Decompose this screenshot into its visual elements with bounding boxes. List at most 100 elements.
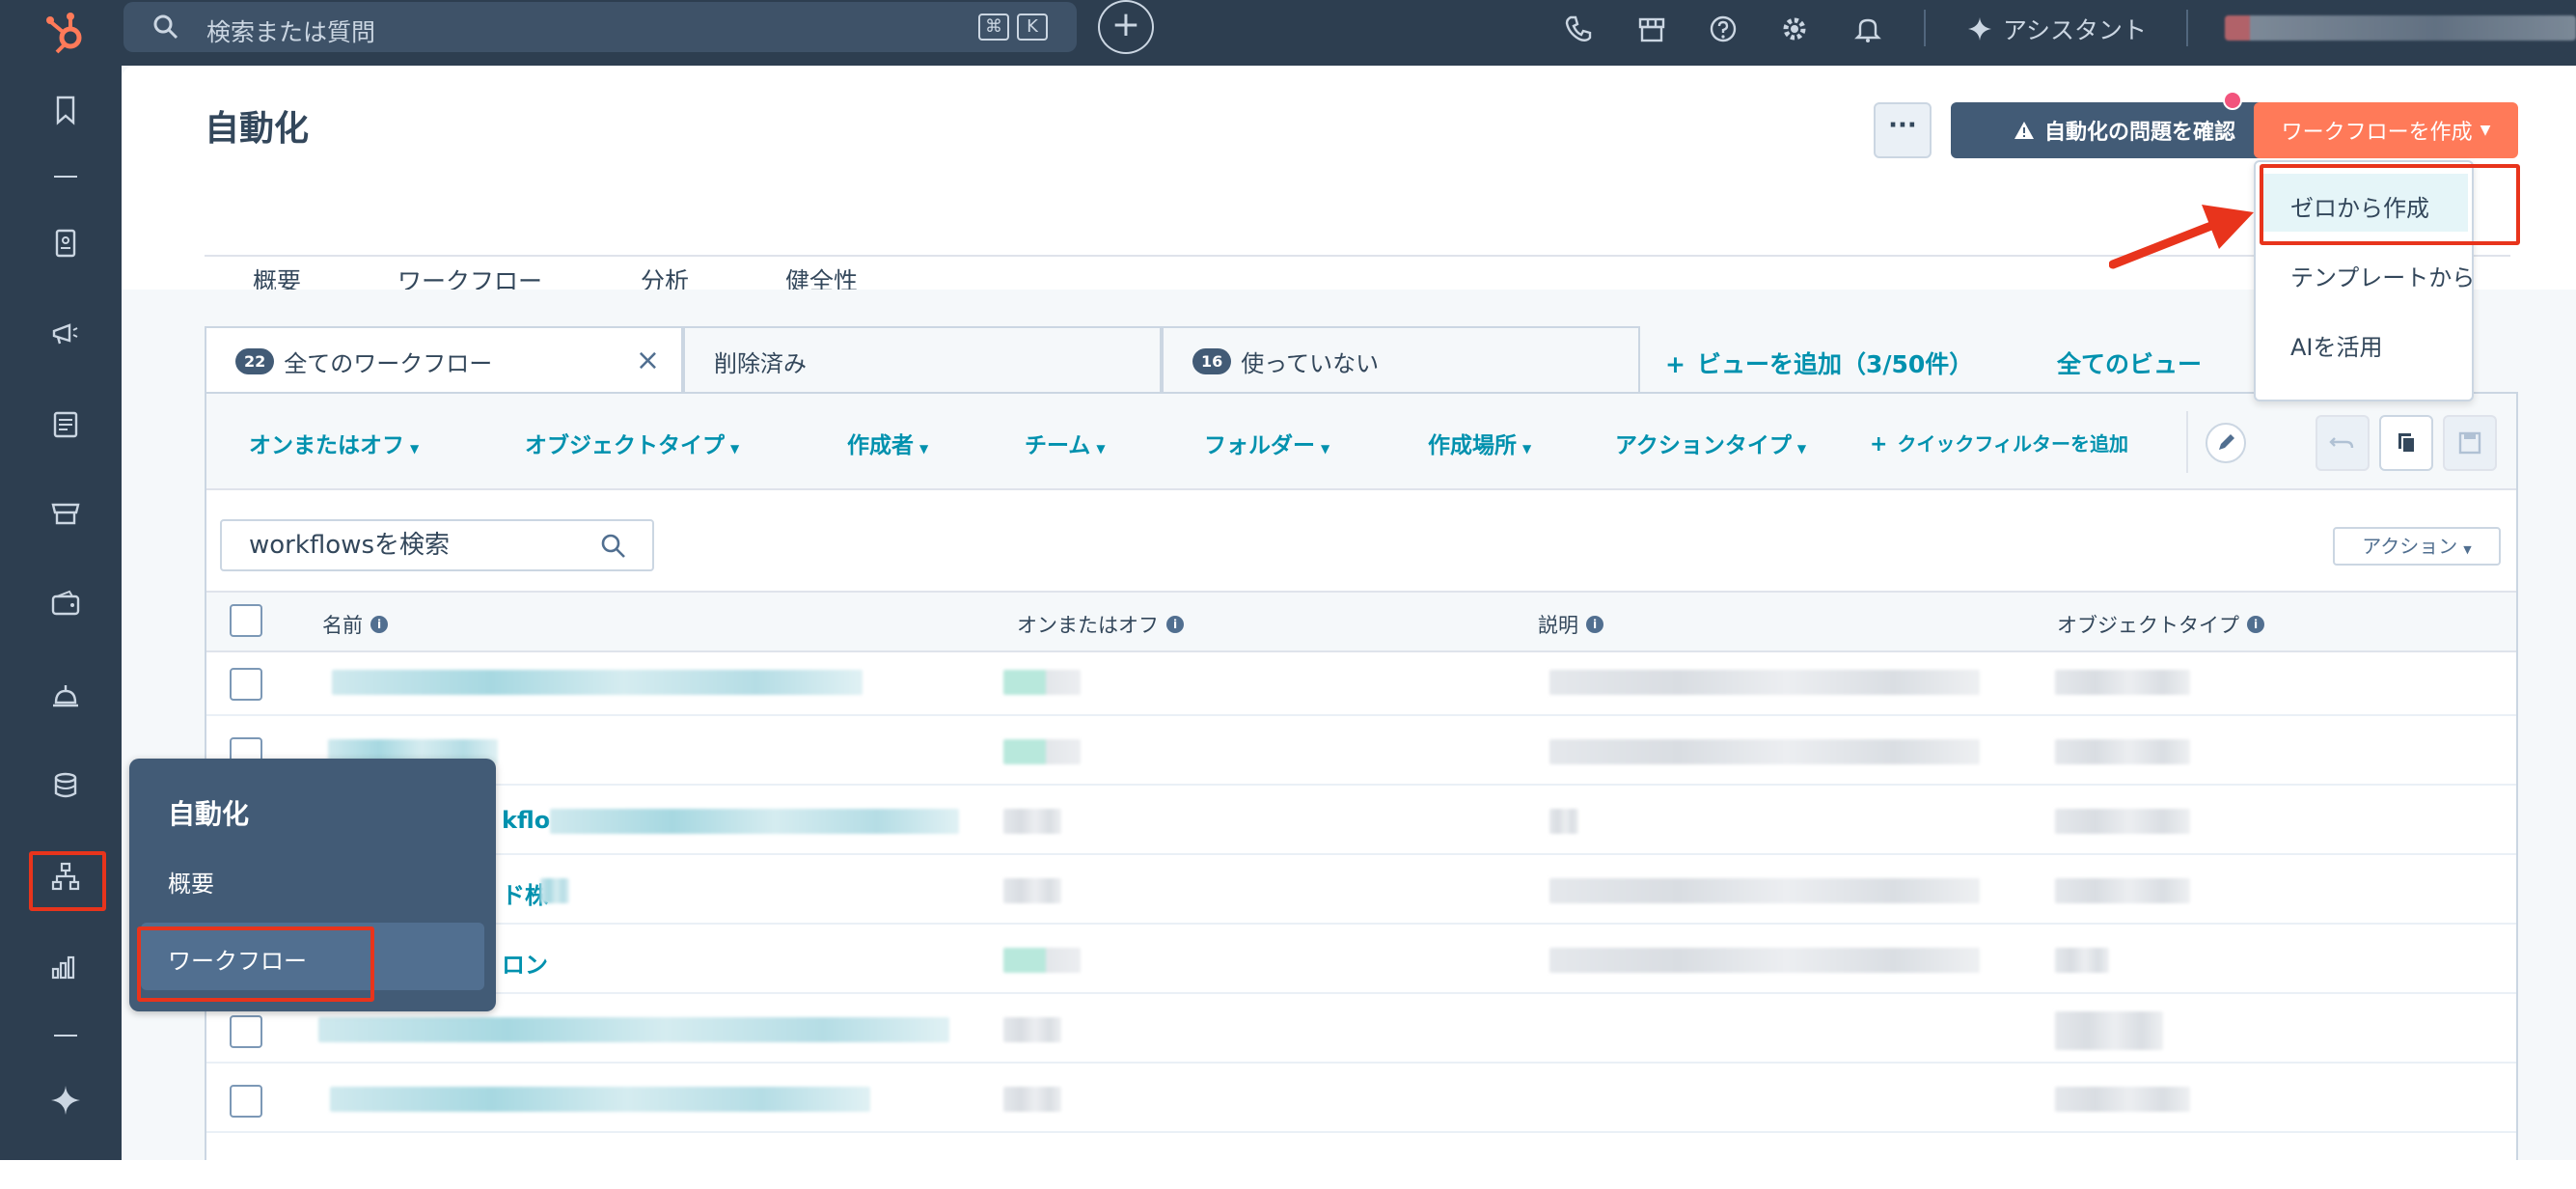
- workflow-search-input[interactable]: workflowsを検索: [220, 519, 654, 571]
- undo-button[interactable]: [2316, 415, 2370, 471]
- add-quick-filter-label: クイックフィルターを追加: [1897, 432, 2129, 456]
- workflow-name-redacted[interactable]: [330, 1087, 870, 1112]
- filter-object-type[interactable]: オブジェクトタイプ ▼: [525, 427, 739, 459]
- info-icon[interactable]: i: [1166, 616, 1184, 633]
- column-header-description[interactable]: 説明 i: [1538, 610, 1603, 639]
- status-redacted: [1003, 809, 1061, 834]
- bookmark-icon[interactable]: [48, 93, 83, 127]
- row-divider: [206, 853, 2516, 855]
- quick-create-button[interactable]: +: [1098, 0, 1154, 54]
- settings-icon[interactable]: [1779, 14, 1810, 44]
- filter-creator[interactable]: 作成者 ▼: [847, 427, 928, 459]
- row-checkbox[interactable]: [230, 1085, 262, 1118]
- filter-action-type[interactable]: アクションタイプ ▼: [1615, 427, 1806, 459]
- info-icon[interactable]: i: [2247, 616, 2264, 633]
- row-checkbox[interactable]: [230, 668, 262, 701]
- caret-down-icon: ▼: [919, 442, 929, 456]
- notifications-icon[interactable]: [1852, 14, 1883, 44]
- more-options-button[interactable]: ···: [1874, 102, 1932, 158]
- object-type-redacted: [2055, 809, 2190, 834]
- filter-on-off-label: オンまたはオフ: [249, 433, 404, 458]
- workflow-search-placeholder: workflowsを検索: [249, 531, 451, 560]
- create-with-ai-option[interactable]: AIを活用: [2290, 328, 2383, 362]
- all-workflows-count: 22: [235, 347, 275, 374]
- column-header-object-type[interactable]: オブジェクトタイプ i: [2057, 610, 2264, 639]
- create-workflow-button[interactable]: ワークフローを作成 ▼: [2254, 102, 2518, 158]
- status-redacted: [1003, 948, 1081, 973]
- marketplace-icon[interactable]: [1636, 14, 1667, 44]
- filter-created-in[interactable]: 作成場所 ▼: [1428, 427, 1531, 459]
- review-automation-issues-button[interactable]: 自動化の問題を確認: [1951, 102, 2298, 158]
- undo-icon: [2329, 437, 2354, 449]
- filterbar-divider: [2186, 411, 2188, 473]
- save-view-button[interactable]: [2443, 415, 2497, 471]
- caret-down-icon: ▼: [1321, 442, 1330, 456]
- filter-folder[interactable]: フォルダー ▼: [1204, 427, 1329, 459]
- filter-creator-label: 作成者: [847, 433, 914, 458]
- filter-action-type-label: アクションタイプ: [1615, 433, 1792, 458]
- sales-icon[interactable]: [48, 587, 83, 622]
- ai-sparkle-icon[interactable]: [48, 1083, 83, 1118]
- caret-down-icon: ▼: [1796, 442, 1807, 456]
- search-icon: [601, 534, 625, 558]
- workflow-name-redacted[interactable]: [550, 809, 959, 834]
- view-tab-all-workflows[interactable]: 22 全てのワークフロー ×: [205, 326, 683, 394]
- data-icon[interactable]: [48, 768, 83, 803]
- reporting-icon[interactable]: [48, 950, 83, 984]
- popover-title: 自動化: [168, 798, 250, 830]
- workflow-name-redacted[interactable]: [540, 878, 569, 903]
- workflow-name-redacted[interactable]: [332, 670, 863, 695]
- hubspot-logo-icon[interactable]: [37, 6, 96, 60]
- content-icon[interactable]: [48, 407, 83, 442]
- filter-object-type-label: オブジェクトタイプ: [525, 433, 725, 458]
- view-tab-deleted[interactable]: 削除済み: [683, 326, 1162, 394]
- info-icon[interactable]: i: [370, 616, 388, 633]
- column-header-on-off[interactable]: オンまたはオフ i: [1017, 610, 1184, 639]
- annotation-highlight-from-scratch: [2260, 164, 2520, 245]
- object-type-redacted: [2055, 739, 2190, 764]
- filter-folder-label: フォルダー: [1204, 433, 1315, 458]
- row-checkbox[interactable]: [230, 1015, 262, 1048]
- create-workflow-label: ワークフローを作成: [2281, 121, 2473, 145]
- plus-icon: +: [1870, 432, 1888, 456]
- global-search-bar[interactable]: 検索または質問 ⌘ K: [123, 2, 1077, 52]
- description-redacted: [1549, 670, 1980, 695]
- status-redacted: [1003, 739, 1081, 764]
- service-icon[interactable]: [48, 677, 83, 712]
- row-divider: [206, 923, 2516, 925]
- actions-button[interactable]: アクション ▼: [2333, 527, 2501, 566]
- status-redacted: [1003, 878, 1061, 903]
- workflow-name-redacted[interactable]: [318, 1017, 949, 1042]
- global-search-placeholder: 検索または質問: [206, 18, 376, 46]
- filter-team[interactable]: チーム ▼: [1025, 427, 1106, 459]
- column-name-label: 名前: [322, 614, 363, 637]
- workflow-name-fragment[interactable]: ロン: [502, 946, 548, 980]
- view-tab-unused[interactable]: 16 使っていない: [1162, 326, 1640, 394]
- info-icon[interactable]: i: [1586, 616, 1603, 633]
- select-all-checkbox[interactable]: [230, 604, 262, 637]
- k-key-hint: K: [1017, 14, 1048, 41]
- popover-item-overview[interactable]: 概要: [168, 865, 214, 899]
- create-from-template-option[interactable]: テンプレートから: [2290, 259, 2475, 292]
- edit-filters-button[interactable]: [2206, 423, 2246, 463]
- close-icon[interactable]: ×: [636, 344, 660, 377]
- all-views-link[interactable]: 全てのビュー: [2057, 346, 2202, 380]
- commerce-icon[interactable]: [48, 496, 83, 531]
- account-menu[interactable]: [2225, 15, 2576, 41]
- add-view-label: ビューを追加（3/50件）: [1696, 350, 1974, 378]
- copy-view-button[interactable]: [2379, 415, 2433, 471]
- pencil-icon: [2219, 434, 2234, 450]
- marketing-icon[interactable]: [48, 317, 83, 351]
- phone-icon[interactable]: [1563, 14, 1594, 44]
- add-view-link[interactable]: + ビューを追加（3/50件）: [1665, 346, 1973, 380]
- annotation-arrow-icon: [2109, 205, 2254, 269]
- assistant-button[interactable]: アシスタント: [1966, 12, 2147, 46]
- filter-on-off[interactable]: オンまたはオフ ▼: [249, 427, 419, 459]
- help-icon[interactable]: [1708, 14, 1739, 44]
- object-type-redacted: [2055, 1011, 2163, 1050]
- caret-down-icon: ▼: [1522, 442, 1532, 456]
- contacts-icon[interactable]: [48, 226, 83, 261]
- workflow-name-fragment[interactable]: kflo: [502, 807, 550, 834]
- add-quick-filter-link[interactable]: + クイックフィルターを追加: [1870, 429, 2128, 456]
- column-header-name[interactable]: 名前 i: [322, 610, 388, 639]
